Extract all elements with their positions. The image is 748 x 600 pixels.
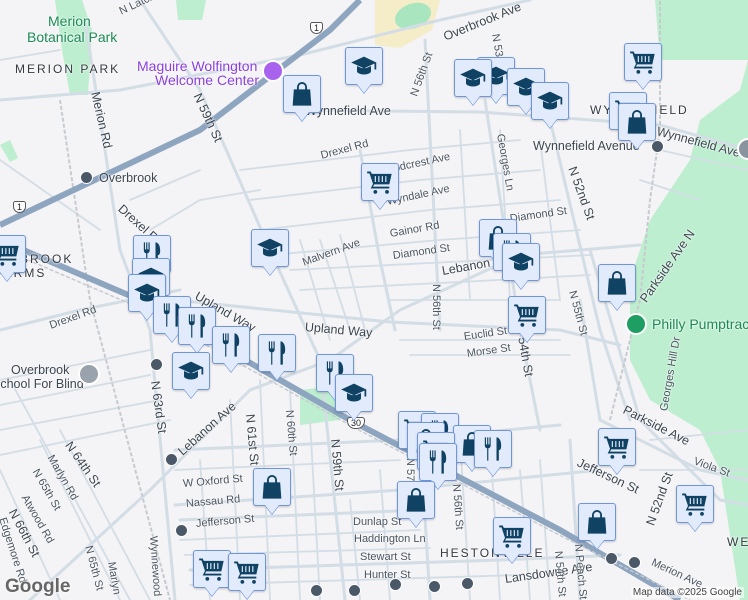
- tram-stop-icon[interactable]: [605, 552, 618, 565]
- grocery-marker[interactable]: [493, 517, 531, 555]
- school-icon: [507, 248, 535, 276]
- tram-stop-icon[interactable]: [628, 556, 641, 569]
- shopping-cart-icon: [198, 555, 226, 583]
- restaurant-marker[interactable]: [212, 326, 250, 364]
- camera-poi-icon[interactable]: [262, 60, 284, 82]
- shopping-bag-marker[interactable]: [618, 103, 656, 141]
- station-label[interactable]: Wynnefield Avenue: [533, 139, 640, 153]
- restaurant-icon: [424, 448, 452, 476]
- shopping-cart-icon: [603, 433, 631, 461]
- neighborhood-label: MERION PARK: [15, 62, 121, 76]
- poi-label[interactable]: Philly Pumptrack: [652, 316, 748, 332]
- tram-stop-icon[interactable]: [165, 453, 178, 466]
- tram-stop-icon[interactable]: [461, 577, 474, 590]
- tram-stop-icon[interactable]: [310, 584, 323, 597]
- street-label: Stewart St: [360, 551, 411, 563]
- park-label[interactable]: Botanical Park: [27, 29, 117, 45]
- poi-label[interactable]: Overbrook: [11, 363, 69, 377]
- grocery-marker[interactable]: [193, 550, 231, 588]
- shopping-bag-icon: [288, 80, 316, 108]
- poi-label[interactable]: School For Blind: [0, 377, 84, 391]
- google-logo: Google: [5, 576, 71, 597]
- street-label: Haddington Ln: [354, 533, 426, 545]
- restaurant-icon: [479, 435, 507, 463]
- shopping-cart-icon: [0, 240, 21, 268]
- school-marker[interactable]: [251, 229, 289, 267]
- school-icon: [536, 87, 564, 115]
- street-label: N 56th St: [430, 284, 442, 330]
- shopping-bag-marker[interactable]: [598, 264, 636, 302]
- shopping-bag-icon: [258, 473, 286, 501]
- restaurant-marker[interactable]: [419, 443, 457, 481]
- school-poi-icon[interactable]: [78, 363, 100, 385]
- shopping-cart-icon: [681, 490, 709, 518]
- tram-stop-icon[interactable]: [150, 358, 163, 371]
- school-icon: [459, 64, 487, 92]
- school-icon: [256, 234, 284, 262]
- restaurant-icon: [263, 339, 291, 367]
- shopping-cart-icon: [498, 522, 526, 550]
- school-icon: [340, 379, 368, 407]
- shopping-cart-icon: [233, 558, 261, 586]
- map-attribution[interactable]: Map data ©2025 Google: [630, 587, 744, 598]
- grocery-marker[interactable]: [508, 296, 546, 334]
- tram-stop-icon[interactable]: [428, 580, 441, 593]
- school-marker[interactable]: [335, 374, 373, 412]
- shopping-bag-marker[interactable]: [397, 481, 435, 519]
- tram-stop-icon[interactable]: [389, 578, 402, 591]
- tram-stop-icon[interactable]: [175, 524, 188, 537]
- school-marker[interactable]: [454, 59, 492, 97]
- restaurant-icon: [217, 331, 245, 359]
- school-marker[interactable]: [531, 82, 569, 120]
- train-station-icon[interactable]: [651, 140, 664, 153]
- poi-label[interactable]: Welcome Center: [155, 72, 259, 88]
- street-label: Hunter St: [364, 569, 411, 581]
- shopping-cart-icon: [513, 301, 541, 329]
- shopping-bag-marker[interactable]: [283, 75, 321, 113]
- grocery-marker[interactable]: [228, 553, 266, 591]
- restaurant-marker[interactable]: [474, 430, 512, 468]
- map-canvas[interactable]: Merion Botanical Park MERION PARK N Latc…: [0, 0, 748, 600]
- school-marker[interactable]: [345, 47, 383, 85]
- shopping-bag-marker[interactable]: [253, 468, 291, 506]
- grocery-marker[interactable]: [624, 43, 662, 81]
- restaurant-icon: [183, 312, 211, 340]
- grocery-marker[interactable]: [676, 485, 714, 523]
- school-icon: [350, 52, 378, 80]
- shopping-bag-icon: [402, 486, 430, 514]
- shopping-cart-icon: [629, 48, 657, 76]
- restaurant-marker[interactable]: [178, 307, 216, 345]
- restaurant-marker[interactable]: [258, 334, 296, 372]
- shopping-bag-icon: [583, 508, 611, 536]
- school-marker[interactable]: [172, 352, 210, 390]
- grocery-marker[interactable]: [361, 163, 399, 201]
- neighborhood-label: WE: [727, 535, 748, 549]
- grocery-marker[interactable]: [0, 235, 26, 273]
- street-label: Dunlap St: [353, 516, 402, 528]
- school-icon: [177, 357, 205, 385]
- park-poi-icon[interactable]: [625, 313, 647, 335]
- station-label[interactable]: Overbrook: [99, 171, 157, 185]
- shopping-bag-marker[interactable]: [578, 503, 616, 541]
- park-label[interactable]: Merion: [48, 13, 91, 29]
- shopping-cart-icon: [366, 168, 394, 196]
- grocery-marker[interactable]: [598, 428, 636, 466]
- tram-stop-icon[interactable]: [348, 584, 361, 597]
- school-marker[interactable]: [502, 243, 540, 281]
- shopping-bag-icon: [623, 108, 651, 136]
- shopping-bag-icon: [603, 269, 631, 297]
- train-station-icon[interactable]: [80, 171, 93, 184]
